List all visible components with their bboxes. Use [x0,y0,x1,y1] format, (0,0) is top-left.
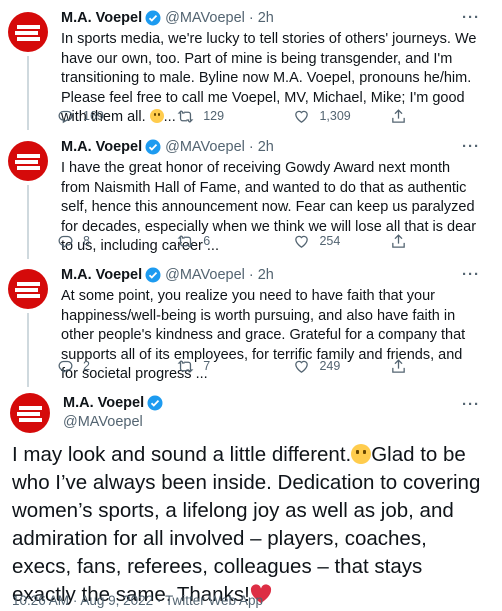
espn-logo-icon [15,282,40,298]
author-name[interactable]: M.A. Voepel [61,139,142,155]
espn-logo-icon [17,406,42,422]
avatar[interactable] [8,12,48,52]
more-options-icon[interactable]: ··· [462,138,480,155]
author-handle[interactable]: @MAVoepel [165,267,245,283]
retweet-count: 6 [203,234,211,248]
reply-icon [58,110,73,123]
main-tweet-text-part2: Glad to be who I’ve always been inside. … [12,443,481,606]
retweet-button[interactable]: 6 [177,233,293,250]
verified-badge-icon [145,139,161,155]
like-count: 1,309 [319,109,351,123]
separator-dot: · [248,139,254,155]
like-count: 254 [319,234,341,248]
separator-dot: · [248,10,254,26]
tweet-actions: 169 129 1,309 [57,106,407,126]
retweet-button[interactable]: 129 [177,108,293,125]
espn-logo-icon [15,25,40,41]
like-count: 249 [319,359,341,373]
separator-dot: · [72,593,78,608]
author-name[interactable]: M.A. Voepel [61,10,142,26]
share-button[interactable] [390,233,407,250]
heart-icon [295,235,309,248]
more-options-icon[interactable]: ··· [462,266,480,283]
reply-count: 8 [83,234,90,248]
tweet-actions: 2 7 249 [57,356,407,376]
author-name[interactable]: M.A. Voepel [61,267,142,283]
thread-line [27,185,29,259]
author-handle[interactable]: @MAVoepel [63,414,143,430]
more-options-icon[interactable]: ··· [462,9,480,26]
reply-button[interactable]: 169 [57,108,177,125]
verified-badge-icon [145,267,161,283]
tweet-source: Twitter Web App [164,593,263,608]
tweet-time[interactable]: 2h [258,267,274,283]
verified-badge-icon [147,395,163,411]
reply-count: 169 [83,109,104,123]
author-handle[interactable]: @MAVoepel [165,10,245,26]
avatar[interactable] [8,141,48,181]
share-icon [392,108,405,123]
author-handle[interactable]: @MAVoepel [165,139,245,155]
reply-count: 2 [83,359,90,373]
tweet-time[interactable]: 2h [258,10,274,26]
separator-dot: · [248,267,254,283]
author-name[interactable]: M.A. Voepel [63,395,144,411]
tweet-timestamp[interactable]: 10:26 AM [12,593,69,608]
retweet-icon [177,234,194,248]
tweet-time[interactable]: 2h [258,139,274,155]
tweet-actions: 8 6 254 [57,231,407,251]
thread-line [27,56,29,130]
thread-line [27,313,29,387]
share-button[interactable] [390,358,407,375]
retweet-button[interactable]: 7 [177,358,293,375]
avatar[interactable] [10,393,50,433]
retweet-count: 7 [203,359,211,373]
main-tweet-text: I may look and sound a little different.… [12,441,490,611]
tweet-date[interactable]: Aug 9, 2022 [80,593,153,608]
heart-icon [295,110,309,123]
like-button[interactable]: 249 [293,358,390,375]
retweet-icon [177,359,194,373]
share-icon [392,233,405,248]
reply-icon [58,360,73,373]
avatar[interactable] [8,269,48,309]
heart-icon [295,360,309,373]
smiling-face-emoji-icon [351,444,372,464]
retweet-icon [177,109,194,123]
like-button[interactable]: 254 [293,233,390,250]
verified-badge-icon [145,10,161,26]
retweet-count: 129 [203,109,225,123]
reply-icon [58,235,73,248]
tweet-meta: 10:26 AM · Aug 9, 2022 · Twitter Web App [12,593,263,608]
espn-logo-icon [15,154,40,170]
separator-dot: · [156,593,162,608]
reply-button[interactable]: 8 [57,233,177,250]
main-tweet-text-part1: I may look and sound a little different. [12,443,352,466]
like-button[interactable]: 1,309 [293,108,390,125]
share-icon [392,358,405,373]
reply-button[interactable]: 2 [57,358,177,375]
share-button[interactable] [390,108,407,125]
more-options-icon[interactable]: ··· [462,396,480,413]
